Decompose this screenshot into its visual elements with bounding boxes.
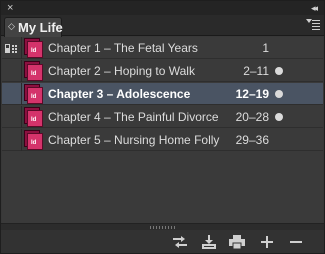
style-source-cell[interactable] [2, 83, 22, 105]
document-name: Chapter 1 – The Fetal Years [48, 41, 198, 55]
bottom-toolbar [1, 230, 324, 253]
document-list: Id Chapter 1 – The Fetal Years 1 Id Chap… [2, 37, 323, 223]
tab-my-life[interactable]: ◇ My Life [4, 17, 63, 37]
status-dot-icon [275, 90, 283, 98]
tab-title: My Life [18, 20, 63, 35]
add-document-icon[interactable] [258, 234, 276, 250]
document-row-selected[interactable]: Id Chapter 3 – Adolescence 12–19 [2, 83, 323, 105]
tab-row: ◇ My Life [1, 15, 324, 37]
document-name: Chapter 4 – The Painful Divorce [48, 110, 219, 124]
panel-menu-icon[interactable] [306, 18, 320, 30]
page-range: 2–11 [243, 64, 269, 78]
indesign-document-icon: Id [24, 130, 43, 150]
indesign-document-icon: Id [24, 38, 43, 58]
synchronize-icon[interactable] [171, 234, 189, 250]
page-range: 1 [262, 41, 269, 55]
indesign-document-icon: Id [24, 84, 43, 104]
resize-grip[interactable] [1, 223, 324, 230]
chevron-icon[interactable]: ◇ [8, 22, 17, 31]
style-source-cell[interactable] [2, 106, 22, 128]
document-row[interactable]: Id Chapter 1 – The Fetal Years 1 [2, 37, 323, 59]
panel-titlebar: × ◂◂ [1, 1, 324, 15]
save-book-icon[interactable] [200, 234, 218, 250]
style-source-cell[interactable] [2, 60, 22, 82]
document-row[interactable]: Id Chapter 2 – Hoping to Walk 2–11 [2, 60, 323, 82]
document-name: Chapter 5 – Nursing Home Folly [48, 133, 220, 147]
indesign-document-icon: Id [24, 61, 43, 81]
style-source-cell[interactable] [2, 129, 22, 151]
style-source-icon [5, 44, 17, 53]
document-row[interactable]: Id Chapter 5 – Nursing Home Folly 29–36 [2, 129, 323, 151]
status-dot-icon [275, 67, 283, 75]
page-range: 12–19 [235, 87, 269, 101]
collapse-panel-icon[interactable]: ◂◂ [311, 1, 318, 15]
page-range: 20–28 [235, 110, 269, 124]
close-icon[interactable]: × [7, 1, 13, 15]
style-source-cell[interactable] [2, 37, 22, 59]
document-name: Chapter 3 – Adolescence [48, 87, 191, 101]
page-range: 29–36 [235, 133, 269, 147]
document-row[interactable]: Id Chapter 4 – The Painful Divorce 20–28 [2, 106, 323, 128]
indesign-document-icon: Id [24, 107, 43, 127]
document-name: Chapter 2 – Hoping to Walk [48, 64, 195, 78]
print-icon[interactable] [228, 234, 246, 250]
book-panel: × ◂◂ ◇ My Life Id Chapter 1 – The Fetal … [0, 0, 325, 254]
status-dot-icon [275, 113, 283, 121]
remove-document-icon[interactable] [287, 234, 305, 250]
